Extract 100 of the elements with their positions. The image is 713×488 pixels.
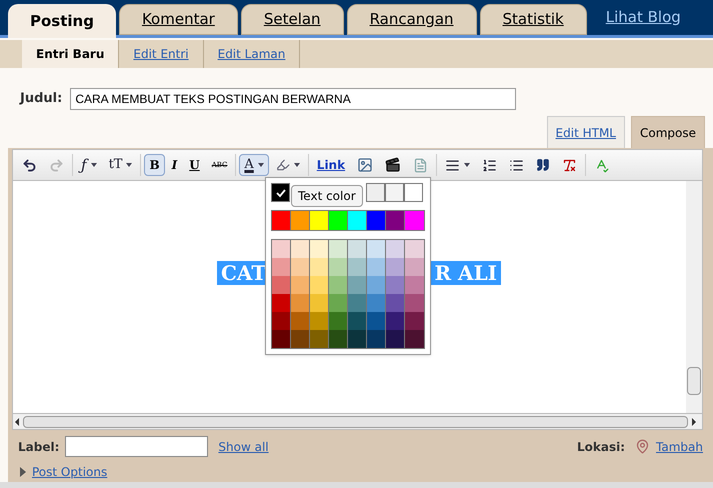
nav-tab[interactable]: Komentar <box>118 4 238 35</box>
italic-button[interactable]: I <box>166 154 182 176</box>
color-swatch[interactable] <box>291 330 310 348</box>
scrollbar-thumb[interactable] <box>687 367 701 395</box>
color-swatch[interactable] <box>405 330 424 348</box>
nav-tab[interactable]: Setelan <box>240 4 344 35</box>
spellcheck-icon <box>594 158 610 172</box>
color-swatch[interactable] <box>405 276 424 294</box>
redo-icon <box>49 158 64 172</box>
underline-button[interactable]: U <box>184 154 205 176</box>
scrollbar-thumb[interactable] <box>23 416 688 428</box>
color-swatch[interactable] <box>386 211 405 230</box>
nav-tab[interactable]: Rancangan <box>346 4 477 35</box>
color-swatch[interactable] <box>405 258 424 276</box>
font-size-button[interactable]: tT <box>104 154 138 176</box>
selected-text: R ALI <box>434 260 497 287</box>
color-swatch[interactable] <box>386 276 405 294</box>
color-swatch[interactable] <box>329 258 348 276</box>
nav-tab[interactable]: Posting <box>8 4 116 38</box>
view-blog-link[interactable]: Lihat Blog <box>606 6 681 28</box>
color-swatch[interactable] <box>405 312 424 330</box>
color-swatch[interactable] <box>366 183 385 202</box>
vertical-scrollbar[interactable] <box>686 181 702 413</box>
color-swatch[interactable] <box>310 294 329 312</box>
label-label: Label: <box>18 438 60 456</box>
color-swatch[interactable] <box>329 312 348 330</box>
color-swatch[interactable] <box>272 240 291 258</box>
color-swatch[interactable] <box>386 312 405 330</box>
selected-text: CAT <box>221 260 266 287</box>
mode-tab[interactable]: Edit HTML <box>546 116 625 148</box>
color-swatch[interactable] <box>404 183 423 202</box>
color-swatch[interactable] <box>329 211 348 230</box>
subnav-tab[interactable]: Entri Baru <box>22 40 120 68</box>
color-swatch[interactable] <box>386 240 405 258</box>
color-swatch[interactable] <box>272 312 291 330</box>
map-icon <box>635 439 650 454</box>
color-swatch[interactable] <box>367 240 386 258</box>
color-swatch[interactable] <box>385 183 404 202</box>
color-swatch[interactable] <box>329 330 348 348</box>
color-swatch[interactable] <box>272 211 291 230</box>
color-swatch[interactable] <box>271 183 290 202</box>
bold-button[interactable]: B <box>144 154 165 176</box>
location-label: Lokasi: <box>577 438 626 456</box>
color-swatch[interactable] <box>310 211 329 230</box>
color-swatch[interactable] <box>386 258 405 276</box>
link-button[interactable]: Link <box>312 154 350 176</box>
color-swatch[interactable] <box>272 294 291 312</box>
scroll-left-icon[interactable] <box>15 418 19 426</box>
color-swatch[interactable] <box>367 330 386 348</box>
color-swatch[interactable] <box>348 294 367 312</box>
title-label: Judul: <box>20 90 62 108</box>
color-swatch[interactable] <box>405 240 424 258</box>
color-swatch[interactable] <box>348 211 367 230</box>
color-swatch[interactable] <box>348 276 367 294</box>
bullet-list-icon <box>509 158 524 172</box>
font-button[interactable]: ƒ <box>76 154 102 176</box>
color-swatch[interactable] <box>272 330 291 348</box>
color-swatch[interactable] <box>329 294 348 312</box>
color-swatch[interactable] <box>405 294 424 312</box>
post-options-link[interactable]: Post Options <box>32 463 108 481</box>
color-swatch[interactable] <box>310 312 329 330</box>
color-swatch[interactable] <box>348 330 367 348</box>
color-swatch[interactable] <box>310 258 329 276</box>
color-swatch[interactable] <box>310 240 329 258</box>
color-swatch[interactable] <box>367 211 386 230</box>
color-swatch[interactable] <box>348 258 367 276</box>
color-swatch[interactable] <box>310 276 329 294</box>
color-swatch[interactable] <box>329 240 348 258</box>
label-field[interactable] <box>65 436 208 457</box>
color-swatch[interactable] <box>386 330 405 348</box>
color-swatch[interactable] <box>291 312 310 330</box>
color-swatch[interactable] <box>367 276 386 294</box>
color-swatch[interactable] <box>291 276 310 294</box>
color-swatch[interactable] <box>272 276 291 294</box>
color-swatch[interactable] <box>291 294 310 312</box>
horizontal-scrollbar[interactable] <box>12 413 703 430</box>
numbered-list-icon <box>482 158 498 172</box>
color-swatch[interactable] <box>348 312 367 330</box>
tooltip: Text color <box>291 185 363 207</box>
color-swatch[interactable] <box>367 294 386 312</box>
title-field[interactable]: CARA MEMBUAT TEKS POSTINGAN BERWARNA <box>70 88 516 110</box>
scroll-right-icon[interactable] <box>692 418 696 426</box>
color-swatch[interactable] <box>272 258 291 276</box>
mode-tab[interactable]: Compose <box>630 116 705 148</box>
add-location-link[interactable]: Tambah <box>656 438 703 456</box>
color-swatch[interactable] <box>291 240 310 258</box>
color-swatch[interactable] <box>310 330 329 348</box>
show-all-link[interactable]: Show all <box>218 438 269 456</box>
subnav-tab[interactable]: Edit Laman <box>204 40 300 68</box>
color-swatch[interactable] <box>291 211 310 230</box>
color-swatch[interactable] <box>291 258 310 276</box>
color-swatch[interactable] <box>386 294 405 312</box>
color-swatch[interactable] <box>329 276 348 294</box>
subnav-tab[interactable]: Edit Entri <box>119 40 204 68</box>
color-swatch[interactable] <box>367 258 386 276</box>
color-swatch[interactable] <box>348 240 367 258</box>
text-color-button[interactable]: A <box>239 154 269 176</box>
color-swatch[interactable] <box>405 211 424 230</box>
nav-tab[interactable]: Statistik <box>480 4 587 35</box>
color-swatch[interactable] <box>367 312 386 330</box>
